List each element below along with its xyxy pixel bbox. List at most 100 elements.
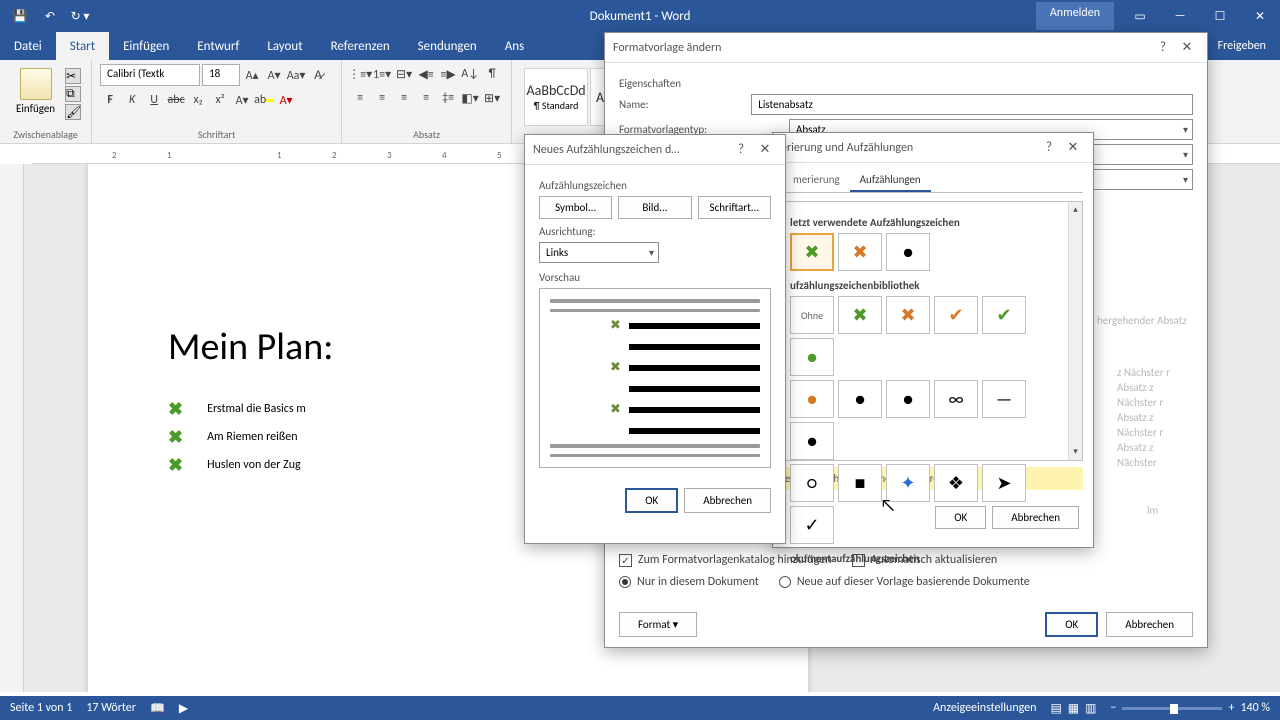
share-button[interactable]: Freigeben [1204, 32, 1280, 60]
subscript-button[interactable]: x₂ [188, 90, 208, 110]
close-icon[interactable]: ✕ [1175, 40, 1199, 55]
tab-home[interactable]: Start [56, 32, 109, 60]
zoom-level[interactable]: 140 % [1240, 701, 1270, 715]
format-painter-icon[interactable]: 🖌 [65, 104, 81, 120]
cancel-button[interactable]: Abbrechen [684, 488, 771, 513]
clear-format-icon[interactable]: A̷ [308, 65, 328, 85]
bullet-option[interactable]: ✓ [790, 506, 834, 544]
dialog-titlebar[interactable]: erierung und Aufzählungen ? ✕ [773, 133, 1093, 163]
dialog-titlebar[interactable]: Neues Aufzählungszeichen d… ? ✕ [525, 135, 785, 165]
justify-icon[interactable]: ≡ [416, 88, 436, 108]
symbol-button[interactable]: Symbol... [539, 196, 612, 219]
picture-button[interactable]: Bild... [618, 196, 691, 219]
bullet-option[interactable]: ● [838, 380, 882, 418]
help-icon[interactable]: ? [1037, 140, 1061, 155]
align-right-icon[interactable]: ≡ [394, 88, 414, 108]
close-icon[interactable]: ✕ [1240, 2, 1280, 30]
close-icon[interactable]: ✕ [753, 142, 777, 157]
zoom-in-icon[interactable]: + [1228, 701, 1234, 715]
bullet-option[interactable]: ● [790, 422, 834, 460]
tab-file[interactable]: Datei [0, 32, 56, 60]
only-doc-radio[interactable]: Nur in diesem Dokument [619, 575, 759, 589]
copy-icon[interactable]: ⧉ [65, 86, 81, 102]
bullet-option[interactable]: ✖ [838, 296, 882, 334]
align-left-icon[interactable]: ≡ [350, 88, 370, 108]
bullet-option[interactable]: ∞ [934, 380, 978, 418]
bullet-option[interactable]: ■ [838, 464, 882, 502]
bullet-option[interactable]: ✖ [886, 296, 930, 334]
bullet-option[interactable]: ✖ [838, 233, 882, 271]
ok-button[interactable]: OK [1045, 612, 1098, 637]
font-size-combo[interactable]: 18 [202, 64, 240, 86]
align-center-icon[interactable]: ≡ [372, 88, 392, 108]
tab-design[interactable]: Entwurf [183, 32, 253, 60]
bullet-option[interactable]: ➤ [982, 464, 1026, 502]
bullet-option[interactable]: Ohne [790, 296, 834, 334]
help-icon[interactable]: ? [1151, 40, 1175, 55]
line-spacing-icon[interactable]: ‡≡ [438, 88, 458, 108]
ribbon-display-icon[interactable]: ▭ [1120, 2, 1160, 30]
tab-references[interactable]: Referenzen [317, 32, 404, 60]
bullet-option[interactable]: ● [886, 380, 930, 418]
maximize-icon[interactable]: ☐ [1200, 2, 1240, 30]
style-name-input[interactable] [751, 94, 1193, 115]
spellcheck-icon[interactable]: 📖 [150, 701, 165, 716]
change-case-icon[interactable]: Aa▾ [286, 65, 306, 85]
tab-numbering[interactable]: merierung [783, 169, 850, 192]
zoom-slider[interactable] [1122, 707, 1222, 710]
help-icon[interactable]: ? [729, 142, 753, 157]
borders-icon[interactable]: ⊞▾ [482, 88, 502, 108]
alignment-select[interactable]: Links [539, 242, 659, 263]
bullet-option[interactable]: ✦ [886, 464, 930, 502]
display-settings[interactable]: Anzeigeeinstellungen [933, 701, 1036, 715]
scroll-down-icon[interactable]: ▾ [1069, 444, 1082, 460]
text-effects-icon[interactable]: A▾ [232, 90, 252, 110]
view-web-icon[interactable]: ▥ [1085, 701, 1096, 716]
decrease-indent-icon[interactable]: ◀≡ [416, 64, 436, 84]
underline-button[interactable]: U [144, 90, 164, 110]
font-button[interactable]: Schriftart... [698, 196, 771, 219]
shrink-font-icon[interactable]: A▾ [264, 65, 284, 85]
bullets-icon[interactable]: ⋮≡▾ [350, 64, 370, 84]
cut-icon[interactable]: ✂ [65, 68, 81, 84]
dialog-titlebar[interactable]: Formatvorlage ändern ? ✕ [605, 33, 1207, 63]
redo-icon[interactable]: ↻ ▾ [68, 4, 92, 28]
show-marks-icon[interactable]: ¶ [482, 64, 502, 84]
bullet-option[interactable]: ○ [790, 464, 834, 502]
zoom-out-icon[interactable]: − [1110, 701, 1116, 715]
undo-icon[interactable]: ↶ [38, 4, 62, 28]
font-color-icon[interactable]: A▾ [276, 90, 296, 110]
scroll-up-icon[interactable]: ▴ [1069, 202, 1082, 218]
bold-button[interactable]: F [100, 90, 120, 110]
tab-view[interactable]: Ans [491, 32, 538, 60]
bullet-option[interactable]: ❖ [934, 464, 978, 502]
word-count[interactable]: 17 Wörter [86, 701, 136, 715]
format-button[interactable]: Format ▾ [619, 612, 697, 637]
cancel-button[interactable]: Abbrechen [1106, 612, 1193, 637]
tab-insert[interactable]: Einfügen [109, 32, 183, 60]
bullet-option[interactable]: ✖ [790, 233, 834, 271]
minimize-icon[interactable]: — [1160, 2, 1200, 30]
template-docs-radio[interactable]: Neue auf dieser Vorlage basierende Dokum… [779, 575, 1030, 589]
shading-icon[interactable]: ◧▾ [460, 88, 480, 108]
bullet-option[interactable]: — [982, 380, 1026, 418]
style-item-standard[interactable]: AaBbCcDd ¶ Standard [524, 68, 588, 126]
strikethrough-button[interactable]: abc [166, 90, 186, 110]
font-name-combo[interactable]: Calibri (Textk [100, 64, 200, 86]
ok-button[interactable]: OK [625, 488, 678, 513]
tab-layout[interactable]: Layout [253, 32, 316, 60]
page-indicator[interactable]: Seite 1 von 1 [10, 701, 72, 715]
view-print-icon[interactable]: ▦ [1068, 701, 1079, 716]
multilevel-icon[interactable]: ⊟▾ [394, 64, 414, 84]
vertical-ruler[interactable] [0, 164, 24, 692]
italic-button[interactable]: K [122, 90, 142, 110]
grow-font-icon[interactable]: A▴ [242, 65, 262, 85]
login-button[interactable]: Anmelden [1036, 2, 1114, 30]
tab-bullets[interactable]: Aufzählungen [850, 169, 931, 192]
view-read-icon[interactable]: ▤ [1050, 701, 1061, 716]
superscript-button[interactable]: x² [210, 90, 230, 110]
bullet-option[interactable]: ● [790, 338, 834, 376]
tab-mailings[interactable]: Sendungen [404, 32, 491, 60]
highlight-icon[interactable]: ab [254, 90, 274, 110]
increase-indent-icon[interactable]: ≡▶ [438, 64, 458, 84]
